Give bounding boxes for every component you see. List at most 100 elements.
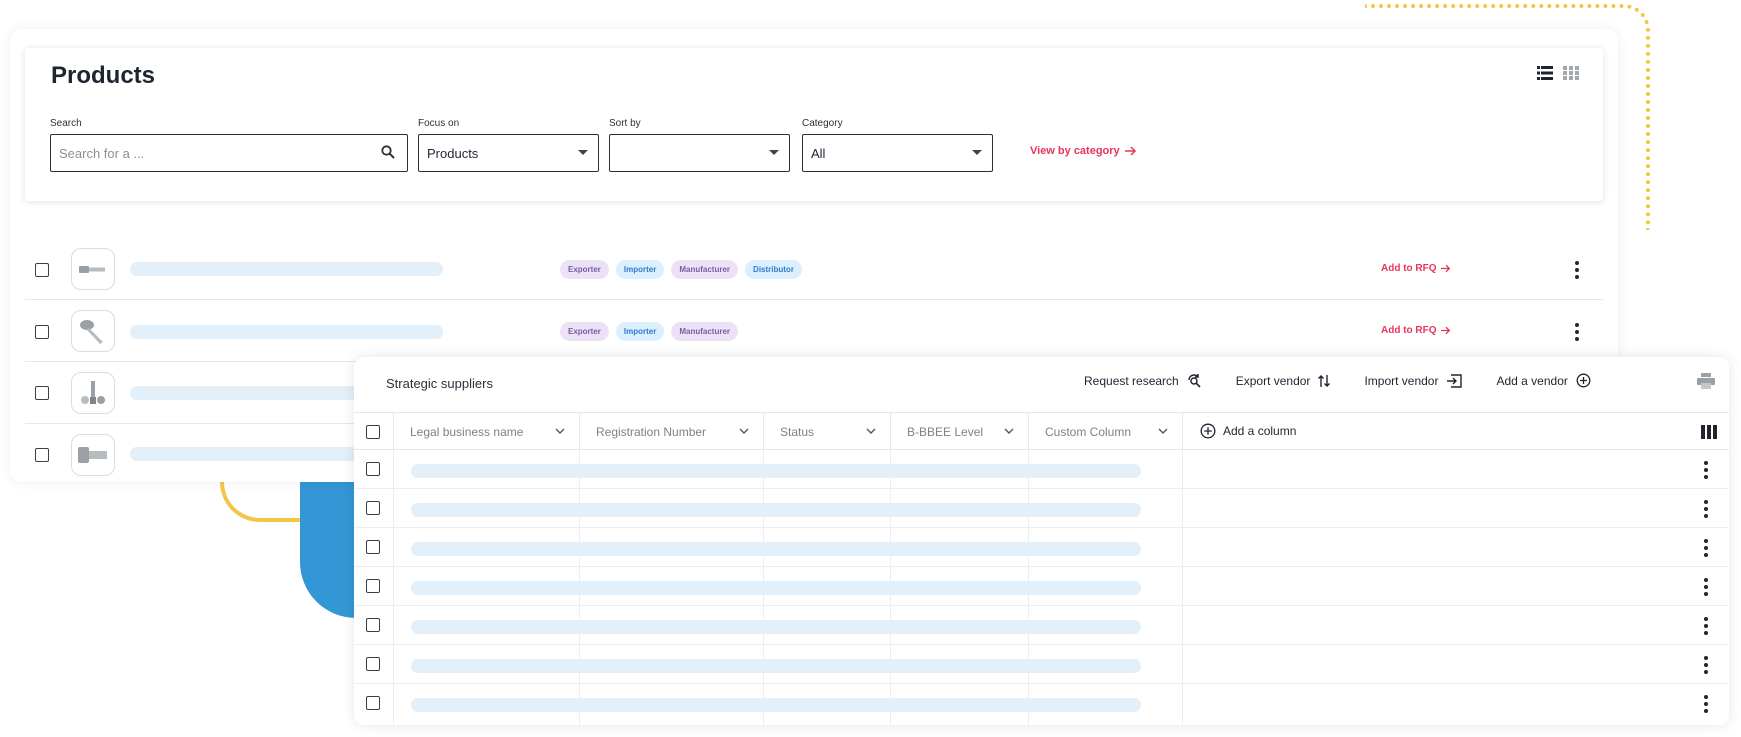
add-to-rfq-button[interactable]: Add to RFQ xyxy=(1381,263,1451,274)
import-vendor-button[interactable]: Import vendor xyxy=(1364,373,1463,388)
tag-badge: Exporter xyxy=(560,322,609,341)
column-header-bbbee[interactable]: B-BBEE Level xyxy=(890,413,1028,451)
tag-badge: Exporter xyxy=(560,260,609,279)
table-row[interactable] xyxy=(354,606,1729,645)
row-checkbox[interactable] xyxy=(366,579,380,593)
product-row[interactable]: Exporter Importer Manufacturer Add to RF… xyxy=(25,300,1603,362)
export-vendor-label: Export vendor xyxy=(1235,373,1311,388)
row-checkbox[interactable] xyxy=(366,540,380,554)
focus-label: Focus on xyxy=(418,118,460,129)
tag-badge: Importer xyxy=(615,322,665,341)
table-row[interactable] xyxy=(354,645,1729,684)
print-icon[interactable] xyxy=(1697,373,1715,389)
product-thumbnail xyxy=(71,372,115,414)
strategic-suppliers-panel: Strategic suppliers Request research Exp… xyxy=(354,357,1729,725)
chevron-down-icon xyxy=(866,428,876,434)
row-checkbox[interactable] xyxy=(366,618,380,632)
add-vendor-button[interactable]: Add a vendor xyxy=(1496,373,1591,388)
arrow-right-icon xyxy=(1124,146,1136,156)
row-checkbox[interactable] xyxy=(366,696,380,710)
more-vertical-icon[interactable] xyxy=(1704,539,1708,557)
search-icon[interactable] xyxy=(381,145,395,159)
more-vertical-icon[interactable] xyxy=(1704,461,1708,479)
table-row[interactable] xyxy=(354,528,1729,567)
row-checkbox[interactable] xyxy=(35,263,49,277)
request-research-label: Request research xyxy=(1084,373,1179,388)
category-label: Category xyxy=(802,118,843,129)
view-by-category-label: View by category xyxy=(1030,145,1120,157)
add-column-label: Add a column xyxy=(1223,424,1297,438)
caret-down-icon xyxy=(972,150,982,155)
product-row[interactable]: Exporter Importer Manufacturer Distribut… xyxy=(25,238,1603,300)
more-vertical-icon[interactable] xyxy=(1704,656,1708,674)
add-to-rfq-button[interactable]: Add to RFQ xyxy=(1381,325,1451,336)
select-all-checkbox[interactable] xyxy=(366,425,380,439)
row-placeholder xyxy=(411,581,1141,595)
product-thumbnail xyxy=(71,310,115,352)
row-placeholder xyxy=(411,464,1141,478)
view-by-category-link[interactable]: View by category xyxy=(1030,145,1137,157)
product-name-placeholder xyxy=(130,262,443,276)
list-view-icon[interactable] xyxy=(1537,66,1553,80)
column-title: Registration Number xyxy=(596,425,707,439)
hex-bolt-image-icon xyxy=(78,447,107,463)
row-placeholder xyxy=(411,659,1141,673)
tag-badge: Importer xyxy=(615,260,665,279)
view-toggle xyxy=(1537,66,1579,80)
row-checkbox[interactable] xyxy=(366,462,380,476)
product-thumbnail xyxy=(71,248,115,290)
search-input[interactable]: Search for a ... xyxy=(50,134,408,172)
table-row[interactable] xyxy=(354,684,1729,723)
column-header-registration[interactable]: Registration Number xyxy=(579,413,763,451)
product-thumbnail xyxy=(71,434,115,476)
row-checkbox[interactable] xyxy=(366,501,380,515)
more-vertical-icon[interactable] xyxy=(1704,578,1708,596)
column-header-custom[interactable]: Custom Column xyxy=(1028,413,1182,451)
row-checkbox[interactable] xyxy=(35,386,49,400)
search-label: Search xyxy=(50,118,82,129)
sort-select[interactable] xyxy=(609,134,790,172)
category-select[interactable]: All xyxy=(802,134,993,172)
row-checkbox[interactable] xyxy=(35,448,49,462)
import-icon xyxy=(1447,373,1463,388)
more-vertical-icon[interactable] xyxy=(1704,695,1708,713)
more-vertical-icon[interactable] xyxy=(1704,617,1708,635)
more-vertical-icon[interactable] xyxy=(1575,323,1579,341)
screw-image-icon xyxy=(80,320,103,344)
export-vendor-button[interactable]: Export vendor xyxy=(1236,373,1331,388)
grid-view-icon[interactable] xyxy=(1563,66,1579,80)
product-tags: Exporter Importer Manufacturer xyxy=(560,322,739,341)
sort-field: Sort by xyxy=(609,118,790,172)
focus-value: Products xyxy=(427,145,479,161)
chevron-down-icon xyxy=(1004,428,1014,434)
table-row[interactable] xyxy=(354,567,1729,606)
plus-circle-icon xyxy=(1576,373,1591,388)
request-research-button[interactable]: Request research xyxy=(1084,373,1202,388)
add-to-rfq-label: Add to RFQ xyxy=(1381,263,1437,274)
column-title: B-BBEE Level xyxy=(907,425,984,439)
refresh-search-icon xyxy=(1187,374,1201,388)
column-header-legal-name[interactable]: Legal business name xyxy=(393,413,579,451)
product-name-placeholder xyxy=(130,325,443,339)
columns-icon[interactable] xyxy=(1701,425,1717,439)
focus-select[interactable]: Products xyxy=(418,134,599,172)
category-field: Category All xyxy=(802,118,993,172)
column-title: Legal business name xyxy=(410,425,524,439)
sort-label: Sort by xyxy=(609,118,641,129)
add-column-button[interactable]: Add a column xyxy=(1200,423,1296,439)
caret-down-icon xyxy=(578,150,588,155)
chevron-down-icon xyxy=(739,428,749,434)
more-vertical-icon[interactable] xyxy=(1704,500,1708,518)
arrow-right-icon xyxy=(1440,264,1450,273)
row-checkbox[interactable] xyxy=(35,325,49,339)
column-header-status[interactable]: Status xyxy=(763,413,890,451)
table-row[interactable] xyxy=(354,489,1729,528)
column-divider xyxy=(1182,413,1183,451)
more-vertical-icon[interactable] xyxy=(1575,261,1579,279)
tag-badge: Manufacturer xyxy=(671,260,739,279)
row-placeholder xyxy=(411,503,1141,517)
row-placeholder xyxy=(411,698,1141,712)
suppliers-title: Strategic suppliers xyxy=(386,376,493,391)
row-checkbox[interactable] xyxy=(366,657,380,671)
table-row[interactable] xyxy=(354,450,1729,489)
